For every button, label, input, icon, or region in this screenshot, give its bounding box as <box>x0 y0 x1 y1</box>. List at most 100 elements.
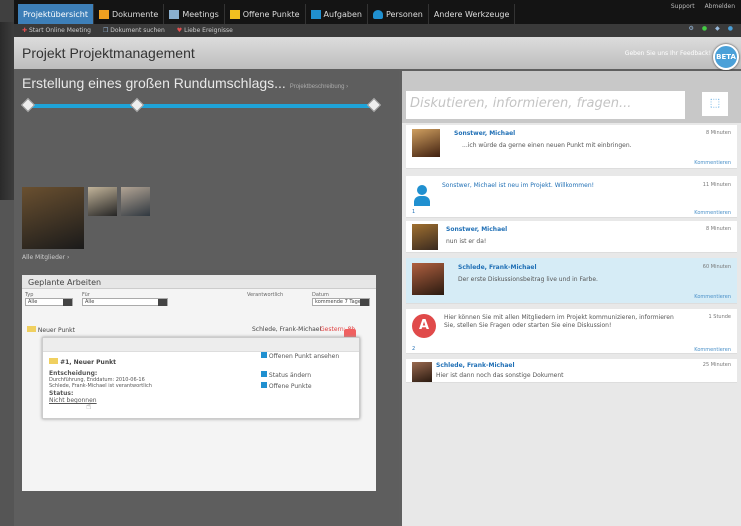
for-select[interactable]: Alle <box>82 298 168 306</box>
beta-badge: BETA <box>713 44 739 70</box>
feedback-link[interactable]: Geben Sie uns Ihr Feedback! <box>625 50 711 57</box>
post-author[interactable]: Sonstwer, Michael <box>454 130 515 137</box>
post-text: Der erste Diskussionsbeitrag live und in… <box>458 276 598 283</box>
action-bar: ✚ Start Online Meeting ❐ Dokument suchen… <box>14 24 741 37</box>
action-label: Liebe Ereignisse <box>184 27 233 34</box>
panel-title: Geplante Arbeiten <box>22 275 376 289</box>
favorite-events-action[interactable]: ♥ Liebe Ereignisse <box>177 27 233 34</box>
person-icon <box>412 182 432 210</box>
person-icon <box>372 9 383 19</box>
project-description-link[interactable]: Projektbeschreibung › <box>290 84 348 90</box>
list-item: Schlede, Frank-Michael 25 Minuten Hier i… <box>406 359 737 383</box>
avatar[interactable] <box>412 362 432 382</box>
avatar[interactable] <box>22 187 84 249</box>
planned-work-panel: Geplante Arbeiten Typ Alle Für Alle Vera… <box>22 275 376 491</box>
all-members-link[interactable]: Alle Mitglieder › <box>22 254 69 261</box>
member-avatars <box>22 187 150 249</box>
open-points-action[interactable]: Offenen Punkt ansehen <box>261 352 339 360</box>
tab-label: Andere Werkzeuge <box>433 9 510 19</box>
tab-projektuebersicht[interactable]: Projektübersicht <box>18 4 94 24</box>
find-document-action[interactable]: ❐ Dokument suchen <box>103 27 165 34</box>
list-item: Sonstwer, Michael 8 Minuten nun ist er d… <box>406 221 737 253</box>
folder-icon <box>27 326 36 332</box>
tab-personen[interactable]: Personen <box>368 4 429 24</box>
discussion-input-area: Diskutieren, informieren, fragen... ⬚ <box>402 71 741 123</box>
folder-icon <box>229 9 240 19</box>
app-logo-icon: A <box>412 314 436 338</box>
avatar[interactable] <box>121 187 150 216</box>
item-title: Neuer Punkt <box>37 327 75 334</box>
popup-header <box>43 338 359 352</box>
discussion-panel: Diskutieren, informieren, fragen... ⬚ So… <box>402 71 741 526</box>
tab-andere-werkzeuge[interactable]: Andere Werkzeuge <box>429 4 516 24</box>
help-icon[interactable]: ● <box>728 25 733 32</box>
change-status-action[interactable]: Status ändern <box>261 371 311 379</box>
post-time: 25 Minuten <box>702 362 731 368</box>
post-text: Hier können Sie mit allen Mitgliedern im… <box>444 314 674 329</box>
tab-label: Dokumente <box>111 9 159 19</box>
avatar[interactable] <box>88 187 117 216</box>
comment-link[interactable]: Kommentieren <box>694 160 731 166</box>
post-author[interactable]: Schlede, Frank-Michael <box>458 264 537 271</box>
logout-link[interactable]: Abmelden <box>705 3 735 10</box>
table-row[interactable]: Neuer Punkt Schlede, Frank-Michael Geste… <box>27 326 371 334</box>
tab-label: Projektübersicht <box>23 9 88 19</box>
tab-meetings[interactable]: Meetings <box>164 4 225 24</box>
toolbar-icons: ⚙ ● ◆ ● <box>688 25 733 32</box>
action-label: Start Online Meeting <box>28 27 91 34</box>
post-text: ...ich würde da gerne einen neuen Punkt … <box>462 142 632 149</box>
popup-title: #1, Neuer Punkt <box>49 358 116 366</box>
post-text: Sonstwer, Michael ist neu im Projekt. Wi… <box>442 182 595 189</box>
filter-label: Verantwortlich <box>247 292 284 298</box>
task-icon <box>310 9 321 19</box>
tab-label: Offene Punkte <box>242 9 300 19</box>
comment-count[interactable]: 1 <box>412 209 415 215</box>
chevron-down-icon <box>360 299 369 306</box>
item-popup: #1, Neuer Punkt Entscheidung: Durchführu… <box>42 337 360 419</box>
tab-offene-punkte[interactable]: Offene Punkte <box>225 4 306 24</box>
date-select[interactable]: kommende 7 Tage <box>312 298 370 306</box>
comment-link[interactable]: Kommentieren <box>694 347 731 353</box>
chevron-down-icon <box>158 299 167 306</box>
status-label: Status: <box>49 390 74 397</box>
tab-label: Aufgaben <box>323 9 362 19</box>
comment-link[interactable]: Kommentieren <box>694 294 731 300</box>
avatar[interactable] <box>412 129 440 157</box>
send-button[interactable]: ⬚ <box>702 92 728 116</box>
action-label: Offene Punkte <box>268 383 312 390</box>
post-time: 11 Minuten <box>702 182 731 188</box>
bell-icon[interactable]: ◆ <box>715 25 720 32</box>
post-text: Hier ist dann noch das sonstige Dokument <box>436 372 564 379</box>
responsible-text: Schlede, Frank-Michael ist verantwortlic… <box>49 383 152 389</box>
tab-aufgaben[interactable]: Aufgaben <box>306 4 368 24</box>
post-text: nun ist er da! <box>446 238 487 245</box>
open-items-action[interactable]: Offene Punkte <box>261 382 312 390</box>
tab-dokumente[interactable]: Dokumente <box>94 4 165 24</box>
support-link[interactable]: Support <box>671 3 695 10</box>
document-icon <box>98 9 109 19</box>
status-icon[interactable]: ● <box>702 25 707 32</box>
settings-icon[interactable]: ⚙ <box>688 25 693 32</box>
heart-icon: ♥ <box>176 27 185 34</box>
avatar[interactable] <box>412 224 438 250</box>
select-value: kommende 7 Tage <box>315 299 361 305</box>
start-meeting-action[interactable]: ✚ Start Online Meeting <box>22 27 91 34</box>
timeline-marker[interactable] <box>129 97 145 113</box>
timeline-marker[interactable] <box>20 97 36 113</box>
popup-title-text: #1, Neuer Punkt <box>60 359 116 366</box>
app-window: Projektübersicht Dokumente Meetings Offe… <box>14 0 741 526</box>
comment-count[interactable]: 2 <box>412 346 415 352</box>
decision-label: Entscheidung: <box>49 370 98 377</box>
meeting-icon <box>169 9 180 19</box>
post-author[interactable]: Schlede, Frank-Michael <box>436 362 515 369</box>
avatar[interactable] <box>412 263 444 295</box>
arrow-icon <box>261 382 267 388</box>
timeline-marker[interactable] <box>366 97 382 113</box>
post-time: 8 Minuten <box>705 130 731 136</box>
type-select[interactable]: Alle <box>25 298 73 306</box>
post-author[interactable]: Sonstwer, Michael <box>446 226 507 233</box>
list-item: Schlede, Frank-Michael 60 Minuten Der er… <box>406 258 737 304</box>
discussion-input[interactable]: Diskutieren, informieren, fragen... <box>406 91 685 119</box>
action-label: Dokument suchen <box>110 27 165 34</box>
comment-link[interactable]: Kommentieren <box>694 210 731 216</box>
